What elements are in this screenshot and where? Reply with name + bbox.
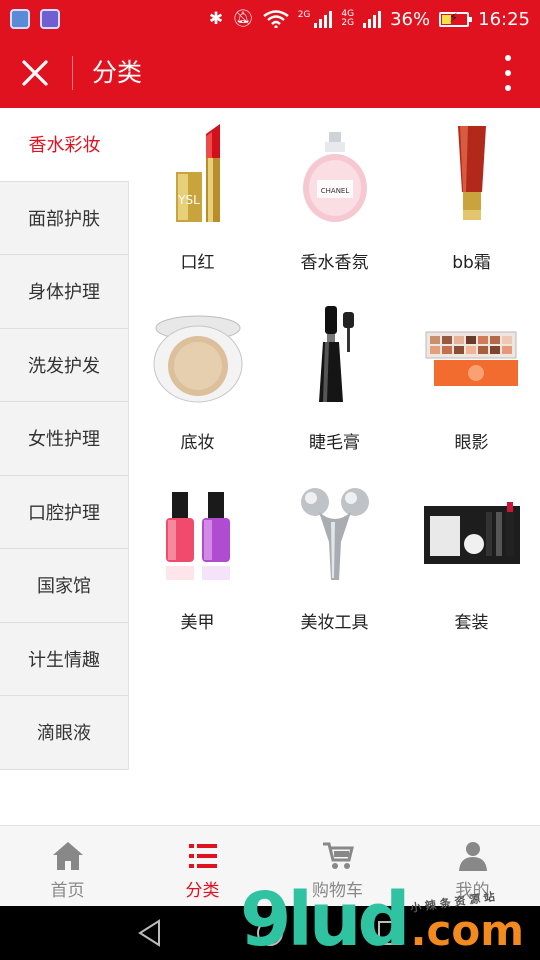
sidebar-item[interactable]: 计生情趣 <box>0 622 129 696</box>
tab-label: 我的 <box>455 881 490 901</box>
category-label: 眼影 <box>454 433 489 453</box>
battery-icon: ⚡ <box>439 11 473 27</box>
category-cell-bb-cream[interactable]: bb霜 <box>403 108 540 288</box>
category-label: 底妆 <box>180 433 215 453</box>
page-title: 分类 <box>92 58 143 87</box>
makeup-set-image <box>423 502 520 564</box>
svg-text:CHANEL: CHANEL <box>320 187 349 195</box>
usb-icon <box>10 9 30 29</box>
category-cell-nail[interactable]: 美甲 <box>129 468 266 648</box>
category-cell-perfume[interactable]: CHANEL 香水香氛 <box>266 108 403 288</box>
tab-category[interactable]: 分类 <box>135 826 270 907</box>
close-icon <box>22 60 48 86</box>
category-cell-beauty-tools[interactable]: 美妆工具 <box>266 468 403 648</box>
list-icon <box>188 844 217 868</box>
back-icon[interactable] <box>135 918 165 948</box>
user-icon <box>458 842 487 871</box>
svg-text:YSL: YSL <box>177 193 200 207</box>
recents-icon[interactable] <box>375 918 405 948</box>
more-menu-button[interactable] <box>498 55 518 91</box>
network-bottom-label: 2G <box>341 18 355 28</box>
sidebar-item[interactable]: 香水彩妆 <box>0 108 129 182</box>
nail-polish-image <box>165 492 230 580</box>
bottom-tab-bar: 首页 分类 购物车 我的 <box>0 825 540 906</box>
category-cell-lipstick[interactable]: YSL 口红 <box>129 108 266 288</box>
gallery-icon <box>40 9 60 29</box>
eyeshadow-palette-image <box>425 331 518 386</box>
sidebar-item[interactable]: 国家馆 <box>0 549 129 623</box>
battery-percent: 36% <box>390 8 431 30</box>
close-button[interactable] <box>14 52 56 94</box>
clock: 16:25 <box>478 8 530 30</box>
more-vertical-icon <box>505 55 511 61</box>
tab-label: 分类 <box>185 881 220 901</box>
status-bar: ✱ 🔕︎ 2G 4G 2G 36% ⚡ 16:25 <box>0 0 540 38</box>
home-nav-icon[interactable] <box>255 918 285 948</box>
tab-label: 购物车 <box>312 881 363 901</box>
cart-icon <box>322 842 354 869</box>
network-type: 4G 2G <box>341 10 354 28</box>
bluetooth-icon: ✱ <box>208 8 224 29</box>
category-cell-sets[interactable]: 套装 <box>403 468 540 648</box>
signal-icon: 2G <box>298 10 333 28</box>
signal-icon-2 <box>363 10 382 28</box>
tab-home[interactable]: 首页 <box>0 826 135 907</box>
bb-cream-image <box>457 126 486 220</box>
category-label: 睫毛膏 <box>309 433 360 453</box>
sidebar-item[interactable]: 面部护肤 <box>0 181 129 255</box>
app-bar: 分类 <box>0 38 540 108</box>
category-label: 美妆工具 <box>300 613 369 633</box>
mascara-image <box>318 306 354 402</box>
sidebar-item[interactable]: 女性护理 <box>0 402 129 476</box>
sidebar-item[interactable]: 滴眼液 <box>0 696 129 770</box>
category-sidebar: 香水彩妆 面部护肤 身体护理 洗发护发 女性护理 口腔护理 国家馆 计生情趣 滴眼液 <box>0 108 129 770</box>
wifi-icon <box>262 10 289 28</box>
system-nav-bar <box>0 906 540 960</box>
tab-cart[interactable]: 购物车 <box>270 826 405 907</box>
category-cell-eyeshadow[interactable]: 眼影 <box>403 288 540 468</box>
sidebar-item[interactable]: 身体护理 <box>0 255 129 329</box>
home-icon <box>52 842 83 870</box>
tab-label: 首页 <box>50 881 85 901</box>
category-label: 美甲 <box>180 613 215 633</box>
perfume-image: CHANEL <box>302 132 367 222</box>
category-label: 口红 <box>180 253 215 273</box>
app-bar-divider <box>72 56 73 90</box>
category-cell-mascara[interactable]: 睫毛膏 <box>266 288 403 468</box>
sidebar-item[interactable]: 口腔护理 <box>0 475 129 549</box>
category-cell-foundation[interactable]: 底妆 <box>129 288 266 468</box>
tab-me[interactable]: 我的 <box>405 826 540 907</box>
category-label: 套装 <box>454 613 489 633</box>
mute-icon: 🔕︎ <box>232 8 254 29</box>
sidebar-item[interactable]: 洗发护发 <box>0 328 129 402</box>
cushion-compact-image <box>153 315 242 403</box>
category-label: bb霜 <box>452 253 491 273</box>
category-label: 香水香氛 <box>300 253 369 273</box>
face-roller-image <box>300 488 369 580</box>
lipstick-image: YSL <box>175 124 220 222</box>
signal-label: 2G <box>297 10 311 20</box>
